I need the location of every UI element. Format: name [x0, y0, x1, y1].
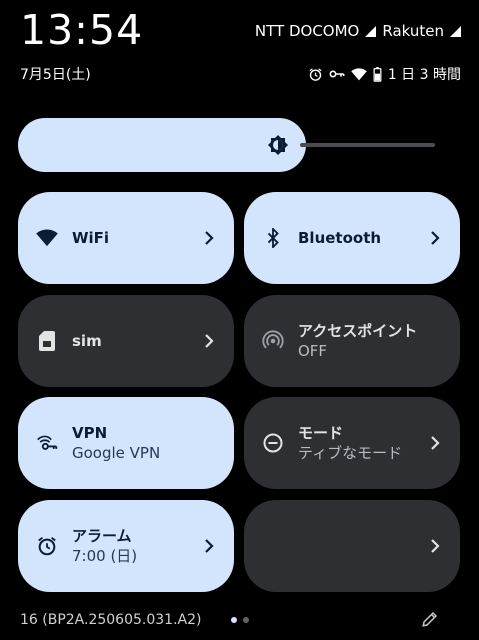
tile-sublabel: ティブなモード	[298, 444, 403, 462]
tile-vpn[interactable]: VPN Google VPN	[18, 397, 234, 489]
alarm-icon	[309, 67, 322, 81]
wifi-icon	[351, 67, 367, 80]
tile-sim[interactable]: sim	[18, 295, 234, 387]
date-label: 7月5日(土)	[20, 67, 91, 83]
chevron-right-icon	[431, 436, 440, 450]
tile-hotspot[interactable]: アクセスポイント OFF	[244, 295, 460, 387]
vpn-key-icon	[36, 432, 58, 454]
signal-icon	[365, 25, 377, 37]
tile-mode[interactable]: モード ティブなモード	[244, 397, 460, 489]
brightness-slider[interactable]	[18, 118, 306, 172]
do-not-disturb-icon	[262, 432, 284, 454]
tile-wifi[interactable]: WiFi	[18, 192, 234, 284]
chevron-right-icon	[205, 334, 214, 348]
alarm-icon	[36, 535, 58, 557]
sim-card-icon	[36, 330, 58, 352]
tile-bluetooth[interactable]: Bluetooth	[244, 192, 460, 284]
chevron-right-icon	[431, 231, 440, 245]
vpn-key-icon	[329, 70, 345, 78]
carrier-info: NTT DOCOMO Rakuten	[255, 22, 461, 40]
brightness-icon	[268, 135, 288, 155]
carrier-2-label: Rakuten	[382, 22, 444, 40]
wifi-icon	[36, 227, 58, 249]
bluetooth-icon	[262, 227, 284, 249]
chevron-right-icon	[431, 539, 440, 553]
edit-icon[interactable]	[421, 610, 439, 628]
signal-icon-2	[450, 25, 461, 37]
tile-empty[interactable]	[244, 500, 460, 592]
tile-sublabel: Google VPN	[72, 444, 161, 462]
page-indicator	[231, 617, 249, 623]
tile-label: アクセスポイント	[298, 321, 418, 340]
status-icons: 1 日 3 時間	[308, 64, 461, 84]
page-dot	[243, 617, 249, 623]
battery-remaining: 1 日 3 時間	[387, 67, 461, 83]
clock: 13:54	[20, 6, 144, 54]
build-number[interactable]: 16 (BP2A.250605.031.A2)	[20, 612, 201, 628]
chevron-right-icon	[205, 231, 214, 245]
carrier-1-label: NTT DOCOMO	[254, 22, 360, 40]
page-dot-active	[231, 617, 237, 623]
tile-alarm[interactable]: アラーム 7:00 (日)	[18, 500, 234, 592]
tile-label: VPN	[72, 423, 108, 442]
chevron-right-icon	[205, 539, 214, 553]
tile-sublabel: OFF	[298, 342, 328, 360]
brightness-track[interactable]	[300, 143, 435, 147]
tile-label: モード	[298, 423, 344, 442]
battery-icon	[373, 66, 382, 82]
hotspot-icon	[262, 330, 284, 352]
